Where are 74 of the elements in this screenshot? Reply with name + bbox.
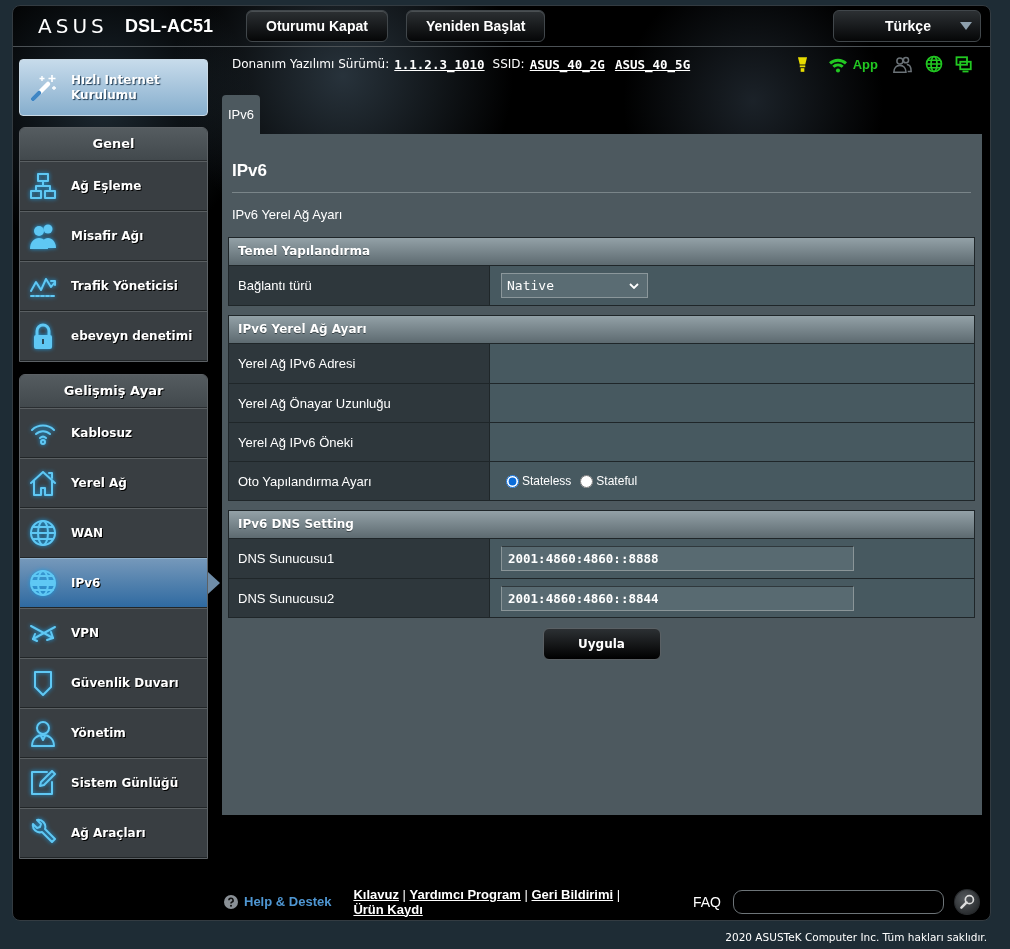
ssid-link[interactable]: ASUS_40_2G [529, 56, 605, 72]
help-icon [224, 894, 238, 909]
magic-wand-icon [28, 72, 58, 103]
page-subtitle: IPv6 Yerel Ağ Ayarı [231, 207, 344, 223]
field-label: Yerel Ağ IPv6 Adresi [229, 344, 490, 383]
menu-item[interactable]: Sistem Günlüğü [20, 758, 207, 808]
globe-icon[interactable] [925, 55, 943, 73]
ssid-link[interactable]: ASUS_40_5G [614, 56, 691, 72]
link-separator: | [616, 886, 621, 902]
menu-item[interactable]: Ağ Araçları [20, 808, 207, 858]
network-map-icon [28, 171, 58, 201]
user-icon [28, 718, 58, 748]
radio-button[interactable] [506, 474, 519, 488]
pointer-arrow-icon [208, 572, 220, 594]
menu-item[interactable]: Yönetim [20, 708, 207, 758]
footer-link[interactable]: Geri Bildirimi [531, 886, 614, 902]
two-users-icon[interactable] [892, 54, 913, 74]
flashlight-icon[interactable] [796, 55, 808, 73]
firmware-version-link[interactable]: 1.1.2.3_1010 [394, 56, 485, 72]
menu-item[interactable]: Trafik Yöneticisi [20, 261, 207, 311]
apply-button[interactable]: Uygula [542, 628, 661, 660]
radio-label[interactable]: Stateful [596, 474, 638, 488]
model-name: DSL-AC51 [125, 15, 213, 37]
copyright-text: 2020 ASUSTeK Computer Inc. Tüm hakları saklıdır. [724, 930, 988, 945]
faq-label: FAQ [692, 893, 721, 910]
search-icon [959, 894, 975, 909]
menu-item[interactable]: Yerel Ağ [20, 458, 207, 508]
footer-link[interactable]: Kılavuz [353, 886, 399, 902]
menu-item[interactable]: Ağ Eşleme [20, 161, 207, 211]
chevron-down-icon [629, 282, 639, 289]
ssid-label: SSID: [492, 57, 525, 71]
footer-link[interactable]: Yardımcı Program [409, 886, 521, 902]
firmware-label: Donanım Yazılımı Sürümü: [232, 57, 390, 71]
link-separator: | [524, 886, 528, 902]
field-label: DNS Sunucusu2 [229, 579, 490, 617]
page-title: IPv6 [231, 160, 268, 182]
field-label: Yerel Ağ Önayar Uzunluğu [229, 384, 490, 422]
house-icon [28, 468, 58, 498]
header-button[interactable]: Yeniden Başlat [405, 10, 546, 42]
menu-item[interactable]: Misafir Ağı [20, 211, 207, 261]
notepad-pencil-icon [28, 768, 58, 798]
dns-server-field[interactable]: 2001:4860:4860::8844 [501, 585, 854, 611]
section-header: Genel [20, 128, 207, 161]
two-screens-icon[interactable] [955, 55, 973, 73]
globe-band-icon [28, 568, 58, 598]
section-header: Gelişmiş Ayar [20, 375, 207, 408]
radio-label[interactable]: Stateless [522, 474, 572, 488]
menu-item[interactable]: Kablosuz [20, 408, 207, 458]
menu-item[interactable]: ebeveyn denetimi [20, 311, 207, 361]
field-label: DNS Sunucusu1 [229, 539, 490, 578]
language-dropdown[interactable]: Türkçe [833, 10, 981, 42]
link-separator: | [402, 886, 406, 902]
header-button[interactable]: Oturumu Kapat [246, 10, 388, 42]
dropdown-select[interactable]: Native [501, 273, 648, 298]
menu-item[interactable]: WAN [20, 508, 207, 558]
app-link[interactable]: App [852, 56, 878, 72]
brand-logo: ASUS [38, 14, 109, 38]
field-label: Bağlantı türü [229, 266, 490, 305]
field-label: Oto Yapılandırma Ayarı [229, 462, 490, 500]
menu-item[interactable]: VPN [20, 608, 207, 658]
globe-icon [28, 518, 58, 548]
dns-server-field[interactable]: 2001:4860:4860::8888 [501, 546, 854, 571]
caret-icon [960, 22, 972, 30]
menu-item[interactable]: Güvenlik Duvarı [20, 658, 207, 708]
field-label: Yerel Ağ IPv6 Öneki [229, 423, 490, 461]
section-header: IPv6 DNS Setting [229, 511, 974, 539]
footer-link[interactable]: Ürün Kaydı [353, 901, 423, 917]
search-button[interactable] [954, 888, 980, 915]
radio-button[interactable] [580, 474, 594, 488]
section-header: Temel Yapılandırma [229, 238, 974, 266]
help-link[interactable]: Help & Destek [244, 894, 332, 909]
faq-search-field[interactable] [732, 889, 945, 914]
section-header: IPv6 Yerel Ağ Ayarı [229, 316, 974, 344]
tab[interactable]: IPv6 [222, 95, 260, 134]
